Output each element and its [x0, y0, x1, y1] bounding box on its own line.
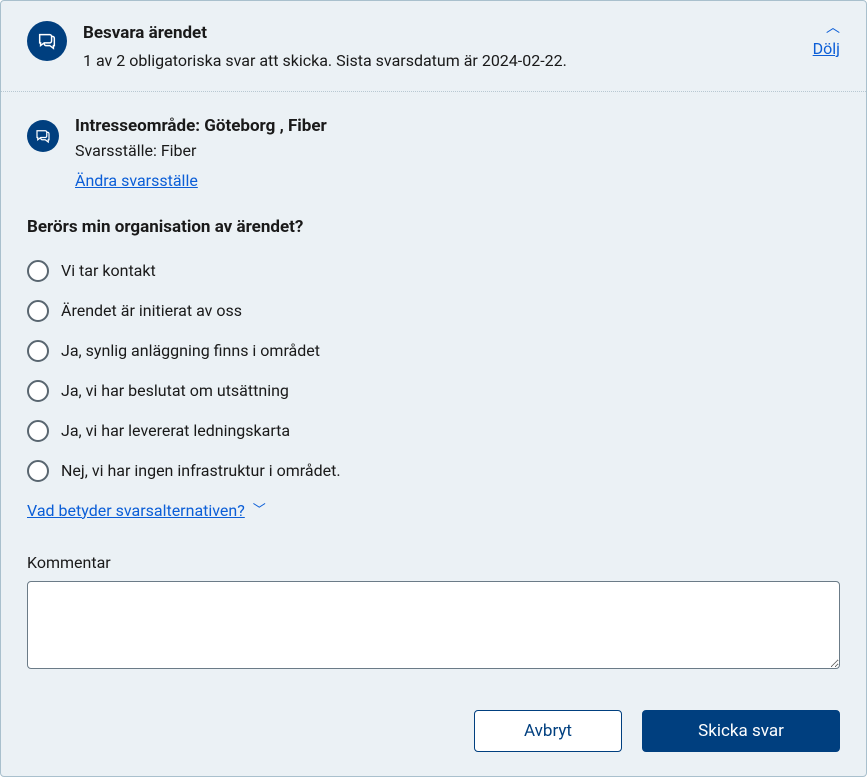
cancel-button[interactable]: Avbryt — [474, 710, 622, 752]
radio-icon — [27, 460, 49, 482]
radio-icon — [27, 260, 49, 282]
radio-option-delivered-map[interactable]: Ja, vi har levererat ledningskarta — [27, 419, 840, 443]
radio-group: Vi tar kontakt Ärendet är initierat av o… — [27, 259, 840, 483]
chat-icon — [27, 120, 59, 152]
help-expand[interactable]: Vad betyder svarsalternativen? ﹀ — [27, 499, 840, 523]
radio-icon — [27, 340, 49, 362]
button-row: Avbryt Skicka svar — [27, 710, 840, 752]
radio-label: Nej, vi har ingen infrastruktur i område… — [61, 459, 341, 483]
panel-subtitle: 1 av 2 obligatoriska svar att skicka. Si… — [83, 49, 813, 73]
header-text: Besvara ärendet 1 av 2 obligatoriska sva… — [83, 21, 813, 73]
panel-body: Intresseområde: Göteborg , Fiber Svarsst… — [1, 92, 866, 776]
hide-link-label: Dölj — [813, 37, 840, 61]
interest-area-block: Intresseområde: Göteborg , Fiber Svarsst… — [27, 114, 840, 194]
interest-area-text: Intresseområde: Göteborg , Fiber Svarsst… — [75, 114, 327, 194]
comment-label: Kommentar — [27, 551, 840, 575]
radio-option-initiated-by-us[interactable]: Ärendet är initierat av oss — [27, 299, 840, 323]
radio-icon — [27, 420, 49, 442]
comment-textarea[interactable] — [27, 581, 840, 669]
radio-label: Ja, synlig anläggning finns i området — [61, 339, 320, 363]
radio-option-visible-facility[interactable]: Ja, synlig anläggning finns i området — [27, 339, 840, 363]
radio-option-contact[interactable]: Vi tar kontakt — [27, 259, 840, 283]
interest-area-title: Intresseområde: Göteborg , Fiber — [75, 114, 327, 140]
question-label: Berörs min organisation av ärendet? — [27, 215, 840, 241]
radio-label: Ja, vi har levererat ledningskarta — [61, 419, 290, 443]
response-site-line: Svarsställe: Fiber — [75, 139, 327, 163]
radio-icon — [27, 380, 49, 402]
radio-option-decided-marking[interactable]: Ja, vi har beslutat om utsättning — [27, 379, 840, 403]
hide-toggle[interactable]: ︿ Dölj — [813, 21, 840, 73]
change-response-site-link[interactable]: Ändra svarsställe — [75, 169, 198, 193]
submit-button[interactable]: Skicka svar — [642, 710, 840, 752]
radio-option-no-infrastructure[interactable]: Nej, vi har ingen infrastruktur i område… — [27, 459, 840, 483]
chat-icon — [27, 21, 67, 61]
panel-title: Besvara ärendet — [83, 21, 813, 47]
radio-label: Ja, vi har beslutat om utsättning — [61, 379, 289, 403]
radio-label: Vi tar kontakt — [61, 259, 156, 283]
radio-label: Ärendet är initierat av oss — [61, 299, 242, 323]
help-link-label: Vad betyder svarsalternativen? — [27, 499, 245, 523]
panel-header: Besvara ärendet 1 av 2 obligatoriska sva… — [1, 1, 866, 92]
chevron-down-icon: ﹀ — [253, 501, 266, 521]
chevron-up-icon: ︿ — [826, 21, 840, 35]
answer-case-panel: Besvara ärendet 1 av 2 obligatoriska sva… — [0, 0, 867, 777]
radio-icon — [27, 300, 49, 322]
